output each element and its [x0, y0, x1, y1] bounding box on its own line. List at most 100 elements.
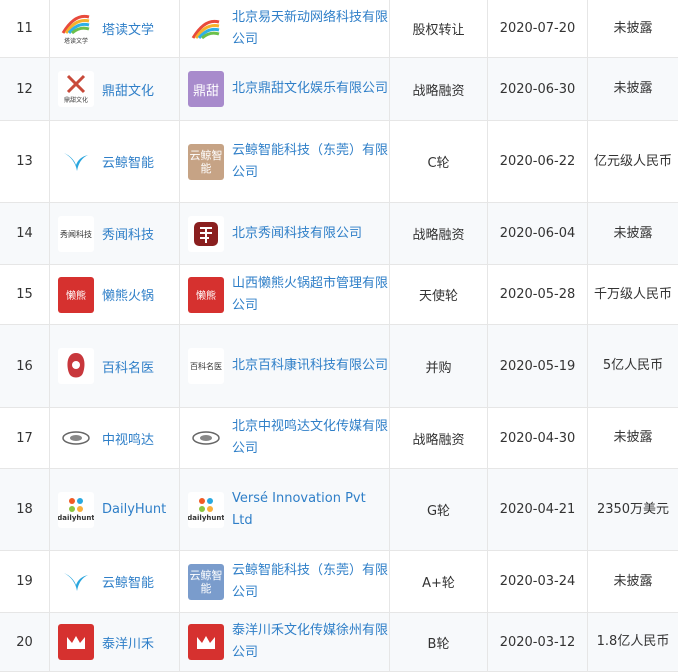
- logo-caption: 鼎甜: [192, 83, 219, 99]
- tadu-logo-icon: 塔读文学: [58, 10, 94, 47]
- date-text: 2020-03-24: [499, 574, 576, 589]
- tadu-logo-icon: [188, 10, 224, 47]
- yunjing-logo-icon: [58, 563, 94, 600]
- row-index: 19: [0, 551, 50, 612]
- row-index: 18: [0, 469, 50, 550]
- amount-text: 未披露: [613, 225, 653, 241]
- company-link[interactable]: 北京中视鸣达文化传媒有限公司: [232, 416, 389, 460]
- project-link[interactable]: 百科名医: [102, 357, 154, 376]
- logo-caption: 云鲸智能: [189, 148, 223, 175]
- project-cell[interactable]: 泰洋川禾: [50, 613, 180, 671]
- project-cell[interactable]: 塔读文学 塔读文学: [50, 0, 180, 57]
- company-link[interactable]: 北京鼎甜文化娱乐有限公司: [232, 78, 388, 100]
- dailyhunt-logo-icon: dailyhunt: [188, 491, 224, 528]
- project-cell[interactable]: 中视鸣达: [50, 408, 180, 468]
- lanxiong-logo-icon: 懒熊: [58, 276, 94, 313]
- round-text: 战略融资: [412, 83, 465, 99]
- company-cell[interactable]: 北京中视鸣达文化传媒有限公司: [180, 408, 390, 468]
- company-cell[interactable]: 泰洋川禾文化传媒徐州有限公司: [180, 613, 390, 671]
- project-cell[interactable]: 云鲸智能: [50, 121, 180, 202]
- company-link[interactable]: 泰洋川禾文化传媒徐州有限公司: [232, 620, 389, 664]
- company-link[interactable]: 云鲸智能科技（东莞）有限公司: [232, 140, 389, 184]
- project-link[interactable]: 鼎甜文化: [102, 80, 154, 99]
- yunjing-logo-icon: [58, 143, 94, 180]
- round-text: G轮: [426, 504, 451, 519]
- amount-cell: 千万级人民币: [588, 265, 678, 324]
- date-cell: 2020-04-21: [488, 469, 588, 550]
- company-cell[interactable]: 北京秀闻科技有限公司: [180, 203, 390, 264]
- company-cell[interactable]: 鼎甜 北京鼎甜文化娱乐有限公司: [180, 58, 390, 120]
- zhongshi-logo-icon: [188, 420, 224, 456]
- logo-caption: 懒熊: [66, 291, 86, 302]
- date-cell: 2020-03-12: [488, 613, 588, 671]
- project-link[interactable]: 懒熊火锅: [102, 285, 154, 304]
- amount-text: 未披露: [613, 20, 653, 36]
- round-cell: 并购: [390, 325, 488, 407]
- company-cell[interactable]: 百科名医 北京百科康讯科技有限公司: [180, 325, 390, 407]
- date-text: 2020-04-21: [499, 502, 576, 517]
- company-link[interactable]: 北京百科康讯科技有限公司: [232, 355, 388, 377]
- table-row: 11 塔读文学 塔读文学 北京易天新动网络科技有限公司 股权转让 2020-07…: [0, 0, 678, 58]
- company-link[interactable]: 云鲸智能科技（东莞）有限公司: [232, 560, 389, 604]
- project-cell[interactable]: 鼎甜文化 鼎甜文化: [50, 58, 180, 120]
- round-text: 战略融资: [412, 432, 465, 448]
- table-row: 19 云鲸智能 云鲸智能 云鲸智能科技（东莞）有限公司 A+轮 2020-03-…: [0, 551, 678, 613]
- xiuwen-tile-icon: [188, 215, 224, 252]
- company-link[interactable]: 北京秀闻科技有限公司: [232, 223, 362, 245]
- row-index: 15: [0, 265, 50, 324]
- amount-text: 5亿人民币: [602, 358, 664, 373]
- index-text: 15: [16, 287, 33, 302]
- company-cell[interactable]: 云鲸智能 云鲸智能科技（东莞）有限公司: [180, 121, 390, 202]
- amount-text: 未披露: [613, 81, 653, 96]
- round-cell: C轮: [390, 121, 488, 202]
- lanxiong-tile-icon: 懒熊: [188, 276, 224, 313]
- date-cell: 2020-05-19: [488, 325, 588, 407]
- project-cell[interactable]: 百科名医: [50, 325, 180, 407]
- yunjing-tile-icon: 云鲸智能: [188, 563, 224, 600]
- index-text: 11: [16, 21, 33, 36]
- amount-cell: 2350万美元: [588, 469, 678, 550]
- round-text: 并购: [425, 360, 452, 376]
- project-link[interactable]: 泰洋川禾: [102, 633, 154, 652]
- dailyhunt-logo-icon: dailyhunt: [58, 491, 94, 528]
- round-cell: 战略融资: [390, 58, 488, 120]
- date-cell: 2020-05-28: [488, 265, 588, 324]
- company-link[interactable]: 北京易天新动网络科技有限公司: [232, 7, 389, 51]
- round-text: 天使轮: [418, 289, 458, 304]
- project-cell[interactable]: 懒熊 懒熊火锅: [50, 265, 180, 324]
- row-index: 16: [0, 325, 50, 407]
- project-link[interactable]: 云鲸智能: [102, 572, 154, 591]
- date-cell: 2020-04-30: [488, 408, 588, 468]
- company-cell[interactable]: 云鲸智能 云鲸智能科技（东莞）有限公司: [180, 551, 390, 612]
- project-link[interactable]: 塔读文学: [102, 19, 154, 38]
- project-link[interactable]: DailyHunt: [102, 502, 166, 517]
- project-link[interactable]: 秀闻科技: [102, 224, 154, 243]
- amount-text: 未披露: [613, 430, 653, 445]
- amount-cell: 亿元级人民币: [588, 121, 678, 202]
- project-cell[interactable]: 云鲸智能: [50, 551, 180, 612]
- company-cell[interactable]: dailyhunt Versé Innovation Pvt Ltd: [180, 469, 390, 550]
- date-text: 2020-03-12: [499, 634, 576, 650]
- xiuwen-logo-icon: 秀闻科技: [58, 215, 94, 252]
- amount-cell: 未披露: [588, 0, 678, 57]
- date-text: 2020-05-19: [499, 358, 576, 374]
- round-cell: 战略融资: [390, 408, 488, 468]
- table-row: 14 秀闻科技 秀闻科技 北京秀闻科技有限公司 战略融资 2020-06-04 …: [0, 203, 678, 265]
- dingtian-tile-icon: 鼎甜: [188, 71, 224, 107]
- amount-text: 千万级人民币: [594, 286, 673, 302]
- company-cell[interactable]: 懒熊 山西懒熊火锅超市管理有限公司: [180, 265, 390, 324]
- company-cell[interactable]: 北京易天新动网络科技有限公司: [180, 0, 390, 57]
- table-row: 16 百科名医 百科名医 北京百科康讯科技有限公司 并购 2020-05-19 …: [0, 325, 678, 408]
- project-cell[interactable]: dailyhunt DailyHunt: [50, 469, 180, 550]
- company-link[interactable]: Versé Innovation Pvt Ltd: [232, 488, 389, 532]
- table-row: 15 懒熊 懒熊火锅 懒熊 山西懒熊火锅超市管理有限公司 天使轮 2020-05…: [0, 265, 678, 325]
- index-text: 17: [16, 430, 33, 446]
- amount-cell: 未披露: [588, 408, 678, 468]
- investment-table: 11 塔读文学 塔读文学 北京易天新动网络科技有限公司 股权转让 2020-07…: [0, 0, 678, 672]
- round-text: B轮: [427, 636, 450, 652]
- project-cell[interactable]: 秀闻科技 秀闻科技: [50, 203, 180, 264]
- round-cell: 股权转让: [390, 0, 488, 57]
- company-link[interactable]: 山西懒熊火锅超市管理有限公司: [232, 273, 389, 317]
- project-link[interactable]: 中视鸣达: [102, 429, 154, 448]
- project-link[interactable]: 云鲸智能: [102, 152, 154, 171]
